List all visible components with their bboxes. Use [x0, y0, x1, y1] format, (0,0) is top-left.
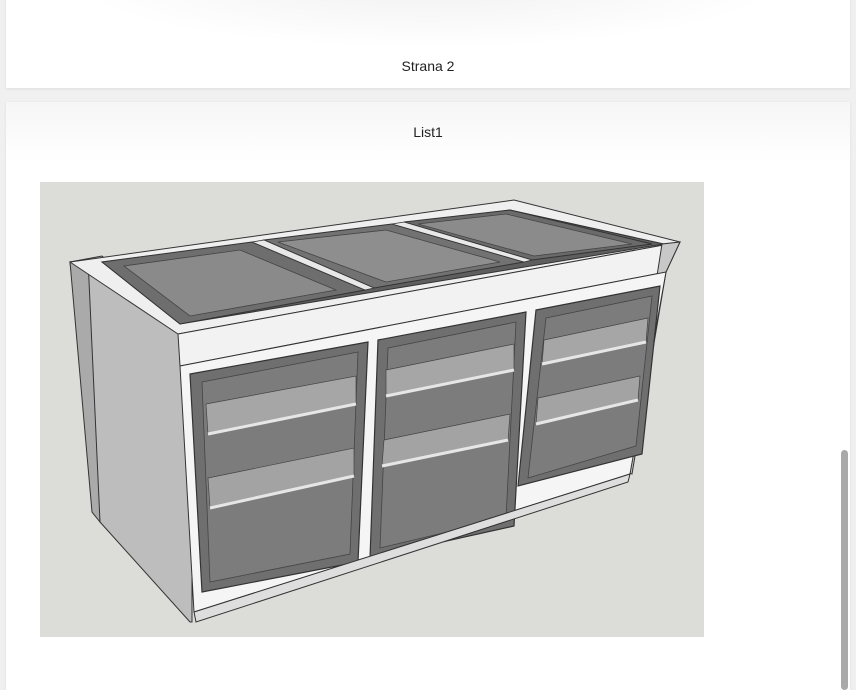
page-content-fade: [6, 0, 850, 60]
page-label-list1: List1: [413, 124, 443, 140]
page-label-strana-2: Strana 2: [401, 58, 455, 74]
document-viewer: Strana 2 List1: [0, 0, 856, 690]
current-page: List1: [6, 102, 850, 690]
scrollbar-thumb[interactable]: [841, 450, 848, 690]
previous-page: Strana 2: [6, 0, 850, 88]
cabinet-sketch-image: [68, 199, 681, 623]
cabinet-drawing: [40, 182, 704, 637]
